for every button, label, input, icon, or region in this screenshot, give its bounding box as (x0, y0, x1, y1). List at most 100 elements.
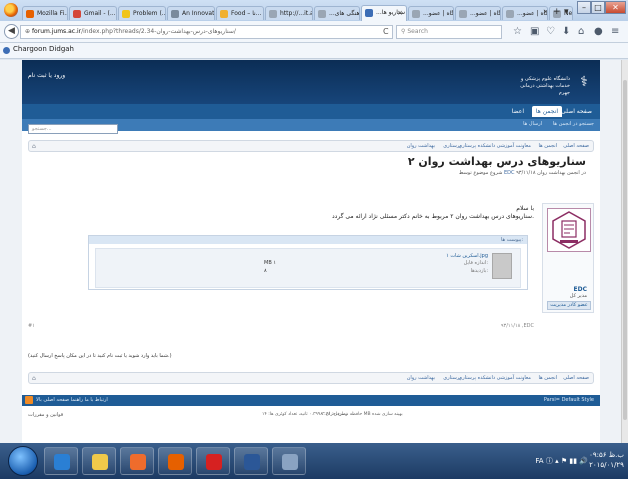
breadcrumb-item[interactable]: صفحه اصلی (563, 375, 589, 381)
login-link[interactable]: ورود یا ثبت نام (28, 72, 65, 79)
network-icon[interactable]: ▮▮ (569, 457, 579, 465)
firefox-logo-icon[interactable] (4, 3, 18, 17)
explorer-icon (92, 454, 108, 470)
thread-title: سناریوهای درس بهداشت روان ۲ (407, 155, 586, 168)
menu-home[interactable]: صفحه اصلی (557, 106, 596, 117)
attachment-filename[interactable]: اسکرین شات ۱.jpg (446, 253, 488, 259)
attachment-item[interactable]: اسکرین شات ۱.jpg اندازه فایل: MB ۱ بازدی… (95, 248, 521, 288)
bookmark-star-icon[interactable]: ☆ (513, 26, 522, 37)
post-username[interactable]: EDC (574, 286, 587, 293)
browser-tab[interactable]: Food – نا... (216, 6, 264, 20)
post-message: سناریوهای درس بهداشت روان ۲ مربوط به خان… (331, 213, 534, 220)
taskbar-app-ie[interactable] (44, 447, 78, 475)
taskbar-app-calculator[interactable] (272, 447, 306, 475)
reply-permission-note: (شما باید وارد شوید یا ثبت نام کنید تا د… (28, 353, 172, 359)
breadcrumb-item[interactable]: پرستاری (443, 143, 461, 149)
taskbar-app-word[interactable] (234, 447, 268, 475)
user-title: مدیر کل (569, 293, 587, 299)
help-icon[interactable]: ⓘ (546, 457, 555, 465)
sync-icon[interactable]: ● (594, 26, 603, 37)
language-indicator[interactable]: FA (535, 457, 543, 465)
tab-label: ...دانشگاه | عضو (470, 10, 501, 17)
terms-link[interactable]: قوانین و مقررات (28, 412, 63, 418)
browser-tab[interactable]: ...دانشگاه | عضو (455, 6, 501, 20)
post-footer: #۱ ۹۳/۱۱/۱۸ ,EDC (28, 323, 594, 331)
page-scrollbar[interactable] (621, 60, 628, 443)
back-button[interactable]: ◀ (4, 24, 19, 39)
breadcrumb-item[interactable]: بهداشت روان (407, 375, 435, 381)
url-bar[interactable]: ⊕ forum.jums.ac.ir/index.php?threads/2.3… (20, 25, 393, 39)
windows-taskbar: FA ⓘ ▴ ⚑ ▮▮ 🔊 ۰۹:۵۶ ب.ظ ۲۰۱۵/۰۱/۲۹ (0, 443, 628, 479)
home-icon[interactable]: ⌂ (578, 26, 584, 37)
start-button[interactable] (8, 446, 38, 476)
downloads-icon[interactable]: ⬇ (562, 26, 570, 37)
tab-favicon-icon (171, 10, 179, 18)
tab-label: Gmail - (... (84, 10, 116, 17)
attachment-thumbnail[interactable] (492, 253, 512, 279)
university-logo-icon[interactable]: ⚕ (576, 73, 592, 91)
site-search-input[interactable]: جستجو... (28, 124, 118, 134)
breadcrumb-item[interactable]: صفحه اصلی (563, 143, 589, 149)
breadcrumb-item[interactable]: انجمن ها (539, 143, 557, 149)
style-chooser[interactable]: Parsi= Default Style (544, 397, 594, 403)
user-info-box: EDC مدیر کل عضو کادر مدیریت (542, 203, 594, 313)
clock-date: ۲۰۱۵/۰۱/۲۹ (589, 461, 624, 469)
close-window-button[interactable]: ✕ (605, 1, 626, 14)
avatar[interactable] (547, 208, 591, 252)
browser-tab[interactable]: ...هماهنگی های (314, 6, 360, 20)
browser-tab[interactable]: http://...it.aspx (265, 6, 313, 20)
started-user[interactable]: EDC (504, 170, 515, 176)
calculator-icon (282, 454, 298, 470)
taskbar-app-firefox[interactable] (158, 447, 192, 475)
breadcrumb-item[interactable]: پرستاری (443, 375, 461, 381)
main-menu: صفحه اصلی انجمن ها اعضا (22, 104, 600, 119)
footer-links[interactable]: ارتباط با ما راهنما صفحه اصلی بالا (36, 397, 108, 403)
pocket-icon[interactable]: ♡ (546, 26, 555, 37)
taskbar-app-explorer[interactable] (82, 447, 116, 475)
tab-favicon-icon (73, 10, 81, 18)
minimize-button[interactable]: – (577, 1, 591, 14)
tab-scroll-right-icon[interactable]: › (543, 7, 547, 17)
attachments-header: پیوست ها: (89, 236, 527, 244)
breadcrumb-item[interactable]: معاونت آموزشی دانشکده پرستاری (458, 143, 531, 149)
reload-icon[interactable]: C (383, 27, 389, 36)
breadcrumb-home-icon[interactable]: ⌂ (32, 375, 36, 382)
started-suffix: در انجمن بهداشت روان (537, 170, 586, 176)
volume-icon[interactable]: 🔊 (579, 457, 588, 465)
search-placeholder: Search (407, 28, 428, 35)
tab-close-icon[interactable]: × (397, 9, 403, 17)
menu-members[interactable]: اعضا (508, 106, 528, 117)
breadcrumb-item[interactable]: انجمن ها (539, 375, 557, 381)
breadcrumb-home-icon[interactable]: ⌂ (32, 143, 36, 150)
post-number[interactable]: #۱ (28, 323, 35, 329)
browser-tab[interactable]: ...دانشگاه | عضو (408, 6, 454, 20)
tab-favicon-icon (122, 10, 130, 18)
post: EDC مدیر کل عضو کادر مدیریت با سلام سنار… (28, 185, 594, 340)
taskbar-app-media[interactable] (120, 447, 154, 475)
browser-tab[interactable]: ...سناریو ها × (361, 5, 407, 21)
browser-tab[interactable]: ...دانشگاه | عضو (502, 6, 548, 20)
tab-list-icon[interactable]: ▾ (564, 7, 569, 17)
browser-tab[interactable]: Mozilla Fi... (22, 6, 68, 20)
scrollbar-thumb[interactable] (623, 80, 627, 420)
submenu-search[interactable]: جستجو در انجمن ها (553, 121, 594, 127)
search-bar[interactable]: ⚲ Search (396, 25, 502, 39)
clock[interactable]: ۰۹:۵۶ ب.ظ ۲۰۱۵/۰۱/۲۹ (589, 450, 624, 470)
user-banner: عضو کادر مدیریت (547, 301, 591, 310)
bookmark-chargoon[interactable]: Chargoon Didgah (3, 45, 74, 54)
browser-tab[interactable]: Gmail - (... (69, 6, 117, 20)
page-viewport: ورود یا ثبت نام دانشگاه علوم پزشکی و خدم… (0, 60, 621, 443)
reading-list-icon[interactable]: ▣ (530, 26, 539, 37)
breadcrumb-item[interactable]: معاونت آموزشی دانشکده پرستاری (458, 375, 531, 381)
rss-icon[interactable] (25, 396, 33, 404)
browser-tab[interactable]: Problem (... (118, 6, 166, 20)
maximize-button[interactable]: □ (591, 1, 605, 14)
new-tab-button[interactable]: + (553, 7, 561, 17)
browser-tab[interactable]: An Innovative... (167, 6, 215, 20)
submenu-recent[interactable]: ارسال ها (523, 121, 542, 127)
taskbar-app-acrobat[interactable] (196, 447, 230, 475)
breadcrumb-item[interactable]: بهداشت روان (407, 143, 435, 149)
started-prefix: شروع موضوع توسط (458, 170, 503, 176)
menu-forums[interactable]: انجمن ها (531, 106, 562, 117)
menu-icon[interactable]: ≡ (611, 26, 619, 37)
